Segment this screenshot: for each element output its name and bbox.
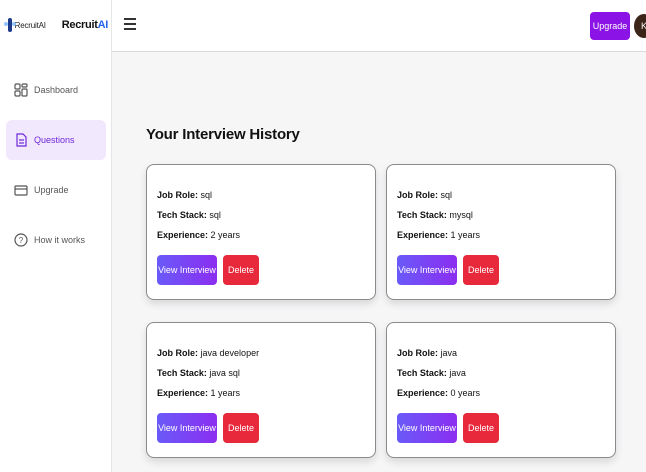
hamburger-menu-icon[interactable] bbox=[124, 18, 136, 32]
delete-button[interactable]: Delete bbox=[463, 255, 499, 285]
experience-line: Experience: 0 years bbox=[397, 388, 481, 398]
job-role-value: java bbox=[440, 348, 458, 358]
top-bar: Upgrade K bbox=[112, 0, 646, 52]
experience-line: Experience: 1 years bbox=[397, 230, 481, 240]
experience-value: 1 years bbox=[210, 388, 241, 398]
job-role-value: sql bbox=[200, 190, 213, 200]
interview-card: Job Role: java Tech Stack: java Experien… bbox=[386, 322, 616, 458]
sidebar-item-questions[interactable]: Questions bbox=[6, 120, 106, 160]
delete-button[interactable]: Delete bbox=[223, 413, 259, 443]
tech-stack-line: Tech Stack: sql bbox=[157, 210, 221, 220]
experience-value: 0 years bbox=[450, 388, 481, 398]
sidebar-item-label: Dashboard bbox=[34, 85, 79, 95]
job-role-line: Job Role: java developer bbox=[157, 348, 260, 358]
interview-card: Job Role: java developer Tech Stack: jav… bbox=[146, 322, 376, 458]
card-icon bbox=[14, 183, 28, 197]
sidebar: RecruitAI RecruitAI Dashboard Questions … bbox=[0, 0, 112, 472]
job-role-line: Job Role: sql bbox=[397, 190, 453, 200]
job-role-line: Job Role: java bbox=[397, 348, 458, 358]
dashboard-grid-icon bbox=[14, 83, 28, 97]
tech-stack-line: Tech Stack: java bbox=[397, 368, 466, 378]
experience-line: Experience: 1 years bbox=[157, 388, 241, 398]
sidebar-item-dashboard[interactable]: Dashboard bbox=[6, 70, 106, 110]
view-interview-button[interactable]: View Interview bbox=[157, 255, 217, 285]
view-interview-button[interactable]: View Interview bbox=[397, 413, 457, 443]
tech-stack-value: java bbox=[449, 368, 466, 378]
view-interview-button[interactable]: View Interview bbox=[397, 255, 457, 285]
tech-stack-value: java sql bbox=[209, 368, 240, 378]
upgrade-button[interactable]: Upgrade bbox=[590, 12, 630, 40]
delete-button[interactable]: Delete bbox=[223, 255, 259, 285]
interview-card: Job Role: sql Tech Stack: mysql Experien… bbox=[386, 164, 616, 300]
sidebar-nav: Dashboard Questions Upgrade ? How it wor… bbox=[0, 70, 112, 270]
sidebar-item-upgrade[interactable]: Upgrade bbox=[6, 170, 106, 210]
help-circle-icon: ? bbox=[14, 233, 28, 247]
page-title: Your Interview History bbox=[146, 126, 300, 143]
sidebar-item-how-it-works[interactable]: ? How it works bbox=[6, 220, 106, 260]
tech-stack-value: mysql bbox=[449, 210, 473, 220]
job-role-value: sql bbox=[440, 190, 453, 200]
job-role-line: Job Role: sql bbox=[157, 190, 213, 200]
brand-small-name: RecruitAI bbox=[14, 20, 46, 30]
avatar[interactable]: K bbox=[634, 14, 646, 38]
sidebar-item-label: How it works bbox=[34, 235, 86, 245]
svg-text:?: ? bbox=[19, 236, 24, 245]
interview-card: Job Role: sql Tech Stack: sql Experience… bbox=[146, 164, 376, 300]
job-role-value: java developer bbox=[200, 348, 260, 358]
experience-value: 2 years bbox=[210, 230, 241, 240]
robot-logo-icon bbox=[4, 18, 16, 32]
tech-stack-line: Tech Stack: mysql bbox=[397, 210, 473, 220]
sidebar-item-label: Upgrade bbox=[34, 185, 69, 195]
tech-stack-value: sql bbox=[209, 210, 221, 220]
sidebar-item-label: Questions bbox=[34, 135, 75, 145]
view-interview-button[interactable]: View Interview bbox=[157, 413, 217, 443]
brand-title: RecruitAI bbox=[61, 19, 109, 31]
delete-button[interactable]: Delete bbox=[463, 413, 499, 443]
brand[interactable]: RecruitAI RecruitAI bbox=[4, 12, 109, 38]
document-icon bbox=[14, 133, 28, 147]
experience-line: Experience: 2 years bbox=[157, 230, 241, 240]
tech-stack-line: Tech Stack: java sql bbox=[157, 368, 240, 378]
experience-value: 1 years bbox=[450, 230, 481, 240]
